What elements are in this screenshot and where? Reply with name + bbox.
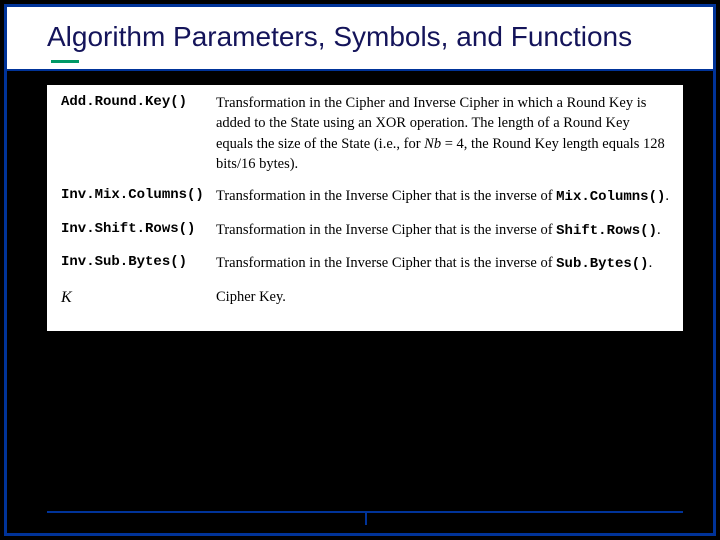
content-box: Add.Round.Key() Transformation in the Ci… — [47, 85, 683, 331]
bottom-tick — [365, 511, 367, 525]
desc-text: . — [649, 255, 653, 271]
desc-k: Cipher Key. — [216, 287, 669, 307]
mono-ref: Mix.Columns() — [556, 189, 665, 205]
title-area: Algorithm Parameters, Symbols, and Funct… — [7, 7, 713, 71]
mono-ref: Sub.Bytes() — [556, 256, 648, 272]
definition-row: K Cipher Key. — [61, 287, 669, 309]
definition-row: Add.Round.Key() Transformation in the Ci… — [61, 93, 669, 174]
desc-invsubbytes: Transformation in the Inverse Cipher tha… — [216, 253, 669, 275]
term-invmixcolumns: Inv.Mix.Columns() — [61, 186, 216, 205]
definition-row: Inv.Sub.Bytes() Transformation in the In… — [61, 253, 669, 275]
definition-row: Inv.Shift.Rows() Transformation in the I… — [61, 220, 669, 242]
nb-symbol: Nb — [424, 136, 441, 152]
term-invshiftrows: Inv.Shift.Rows() — [61, 220, 216, 239]
desc-text: Transformation in the Inverse Cipher tha… — [216, 188, 556, 204]
desc-text: Transformation in the Inverse Cipher tha… — [216, 255, 556, 271]
desc-addroundkey: Transformation in the Cipher and Inverse… — [216, 93, 669, 174]
desc-text: . — [665, 188, 669, 204]
definition-row: Inv.Mix.Columns() Transformation in the … — [61, 186, 669, 208]
term-k: K — [61, 287, 216, 309]
term-addroundkey: Add.Round.Key() — [61, 93, 216, 112]
desc-text: Transformation in the Inverse Cipher tha… — [216, 222, 556, 238]
desc-invmixcolumns: Transformation in the Inverse Cipher tha… — [216, 186, 669, 208]
slide-frame: Algorithm Parameters, Symbols, and Funct… — [4, 4, 716, 536]
slide-title: Algorithm Parameters, Symbols, and Funct… — [47, 19, 683, 54]
mono-ref: Shift.Rows() — [556, 223, 657, 239]
desc-text: . — [657, 222, 661, 238]
term-invsubbytes: Inv.Sub.Bytes() — [61, 253, 216, 272]
title-accent-bar — [51, 60, 79, 63]
desc-invshiftrows: Transformation in the Inverse Cipher tha… — [216, 220, 669, 242]
title-gap — [7, 71, 713, 79]
